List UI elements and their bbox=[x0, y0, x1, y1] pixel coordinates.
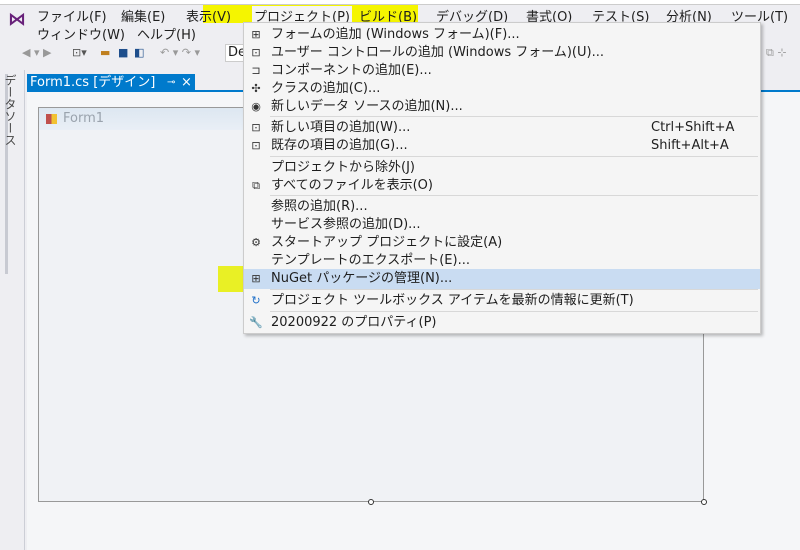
menu-item[interactable]: サービス参照の追加(D)... bbox=[244, 216, 760, 234]
menu-item[interactable]: ⧉ すべてのファイルを表示(O) bbox=[244, 177, 760, 195]
close-icon[interactable]: × bbox=[181, 74, 192, 91]
menu-item[interactable]: ⊞ フォームの追加 (Windows フォーム)(F)... bbox=[244, 26, 760, 44]
menu-item[interactable]: テンプレートのエクスポート(E)... bbox=[244, 252, 760, 270]
nuget-icon: ⊞ bbox=[251, 272, 261, 285]
menu-item-label: サービス参照の追加(D)... bbox=[271, 217, 421, 232]
menu-file[interactable]: ファイル(F) bbox=[37, 6, 107, 25]
menu-item-label: プロジェクトから除外(J) bbox=[271, 160, 415, 175]
vs-logo-icon: ⋈ bbox=[8, 9, 26, 30]
menu-item-label: 新しいデータ ソースの追加(N)... bbox=[271, 99, 463, 114]
show-all-files-icon: ⧉ bbox=[252, 179, 260, 192]
menu-item-label: NuGet パッケージの管理(N)... bbox=[271, 271, 453, 286]
save-all-icon[interactable]: ◧ bbox=[134, 46, 144, 59]
add-component-icon: ⊐ bbox=[251, 64, 261, 77]
layout-icons[interactable]: ⧉ ⊹ bbox=[766, 46, 787, 60]
menu-separator bbox=[270, 289, 758, 290]
new-item-icon: ⊡ bbox=[251, 121, 261, 134]
menu-item[interactable]: プロジェクトから除外(J) bbox=[244, 159, 760, 177]
menu-item-label: 参照の追加(R)... bbox=[271, 199, 368, 214]
resize-handle-bottom[interactable] bbox=[368, 499, 374, 505]
menu-item[interactable]: 参照の追加(R)... bbox=[244, 198, 760, 216]
menu-separator bbox=[270, 311, 758, 312]
undo-icon[interactable]: ↶ ▾ ↷ ▾ bbox=[160, 46, 200, 59]
gear-icon: ⚙ bbox=[251, 236, 261, 249]
menu-separator bbox=[270, 156, 758, 157]
save-icon[interactable]: ■ bbox=[118, 46, 128, 59]
back-icon[interactable]: ◀ ▾ ▶ bbox=[22, 46, 51, 59]
menu-item[interactable]: ⊞ NuGet パッケージの管理(N)... bbox=[244, 269, 760, 289]
menu-item[interactable]: 🔧 20200922 のプロパティ(P) bbox=[244, 314, 760, 332]
tab-form1-design[interactable]: Form1.cs [デザイン] ⊸ × bbox=[27, 74, 195, 91]
menu-item-label: フォームの追加 (Windows フォーム)(F)... bbox=[271, 27, 520, 42]
add-form-icon: ⊞ bbox=[251, 28, 261, 41]
form-title: Form1 bbox=[63, 111, 105, 126]
add-datasource-icon: ◉ bbox=[251, 100, 261, 113]
menu-item-label: 20200922 のプロパティ(P) bbox=[271, 315, 437, 330]
menu-item-shortcut: Ctrl+Shift+A bbox=[651, 120, 735, 135]
menu-item[interactable]: ◉ 新しいデータ ソースの追加(N)... bbox=[244, 98, 760, 116]
menu-item-label: 新しい項目の追加(W)... bbox=[271, 120, 411, 135]
menu-item-label: プロジェクト ツールボックス アイテムを最新の情報に更新(T) bbox=[271, 293, 634, 308]
menu-item[interactable]: ✣ クラスの追加(C)... bbox=[244, 80, 760, 98]
menu-item-shortcut: Shift+Alt+A bbox=[651, 138, 729, 153]
refresh-icon: ↻ bbox=[251, 294, 261, 307]
menu-item-label: すべてのファイルを表示(O) bbox=[271, 178, 433, 193]
menu-item[interactable]: ⊐ コンポーネントの追加(E)... bbox=[244, 62, 760, 80]
menu-help[interactable]: ヘルプ(H) bbox=[137, 24, 196, 43]
menu-view[interactable]: 表示(V) bbox=[186, 6, 231, 25]
add-class-icon: ✣ bbox=[251, 82, 261, 95]
menu-window[interactable]: ウィンドウ(W) bbox=[37, 24, 125, 43]
data-source-side-tab[interactable]: データソース bbox=[3, 74, 19, 274]
menu-item[interactable]: ⚙ スタートアップ プロジェクトに設定(A) bbox=[244, 234, 760, 252]
tab-label: Form1.cs [デザイン] bbox=[30, 75, 156, 90]
resize-handle-corner[interactable] bbox=[701, 499, 707, 505]
open-icon[interactable]: ▬ bbox=[100, 46, 110, 59]
add-user-control-icon: ⊡ bbox=[251, 46, 261, 59]
config-dropdown[interactable]: De bbox=[225, 44, 246, 62]
menu-item-label: クラスの追加(C)... bbox=[271, 81, 381, 96]
menu-item[interactable]: ⊡ ユーザー コントロールの追加 (Windows フォーム)(U)... bbox=[244, 44, 760, 62]
menu-item[interactable]: ↻ プロジェクト ツールボックス アイテムを最新の情報に更新(T) bbox=[244, 292, 760, 310]
menu-item-label: コンポーネントの追加(E)... bbox=[271, 63, 432, 78]
menu-separator bbox=[270, 116, 758, 117]
menu-item-label: 既存の項目の追加(G)... bbox=[271, 138, 408, 153]
new-project-icon[interactable]: ⊡▾ bbox=[72, 46, 87, 59]
menu-item-label: ユーザー コントロールの追加 (Windows フォーム)(U)... bbox=[271, 45, 604, 60]
menu-edit[interactable]: 編集(E) bbox=[121, 6, 165, 25]
menu-separator bbox=[270, 195, 758, 196]
wrench-icon: 🔧 bbox=[249, 316, 263, 329]
project-menu-dropdown: ⊞ フォームの追加 (Windows フォーム)(F)... ⊡ ユーザー コントロー… bbox=[243, 22, 761, 334]
menu-item-label: テンプレートのエクスポート(E)... bbox=[271, 253, 470, 268]
menu-item-label: スタートアップ プロジェクトに設定(A) bbox=[271, 235, 503, 250]
menu-item[interactable]: ⊡ 既存の項目の追加(G)... Shift+Alt+A bbox=[244, 137, 760, 155]
existing-item-icon: ⊡ bbox=[251, 139, 261, 152]
pin-icon[interactable]: ⊸ bbox=[167, 74, 175, 91]
form-icon bbox=[46, 114, 57, 124]
menu-item[interactable]: ⊡ 新しい項目の追加(W)... Ctrl+Shift+A bbox=[244, 119, 760, 137]
